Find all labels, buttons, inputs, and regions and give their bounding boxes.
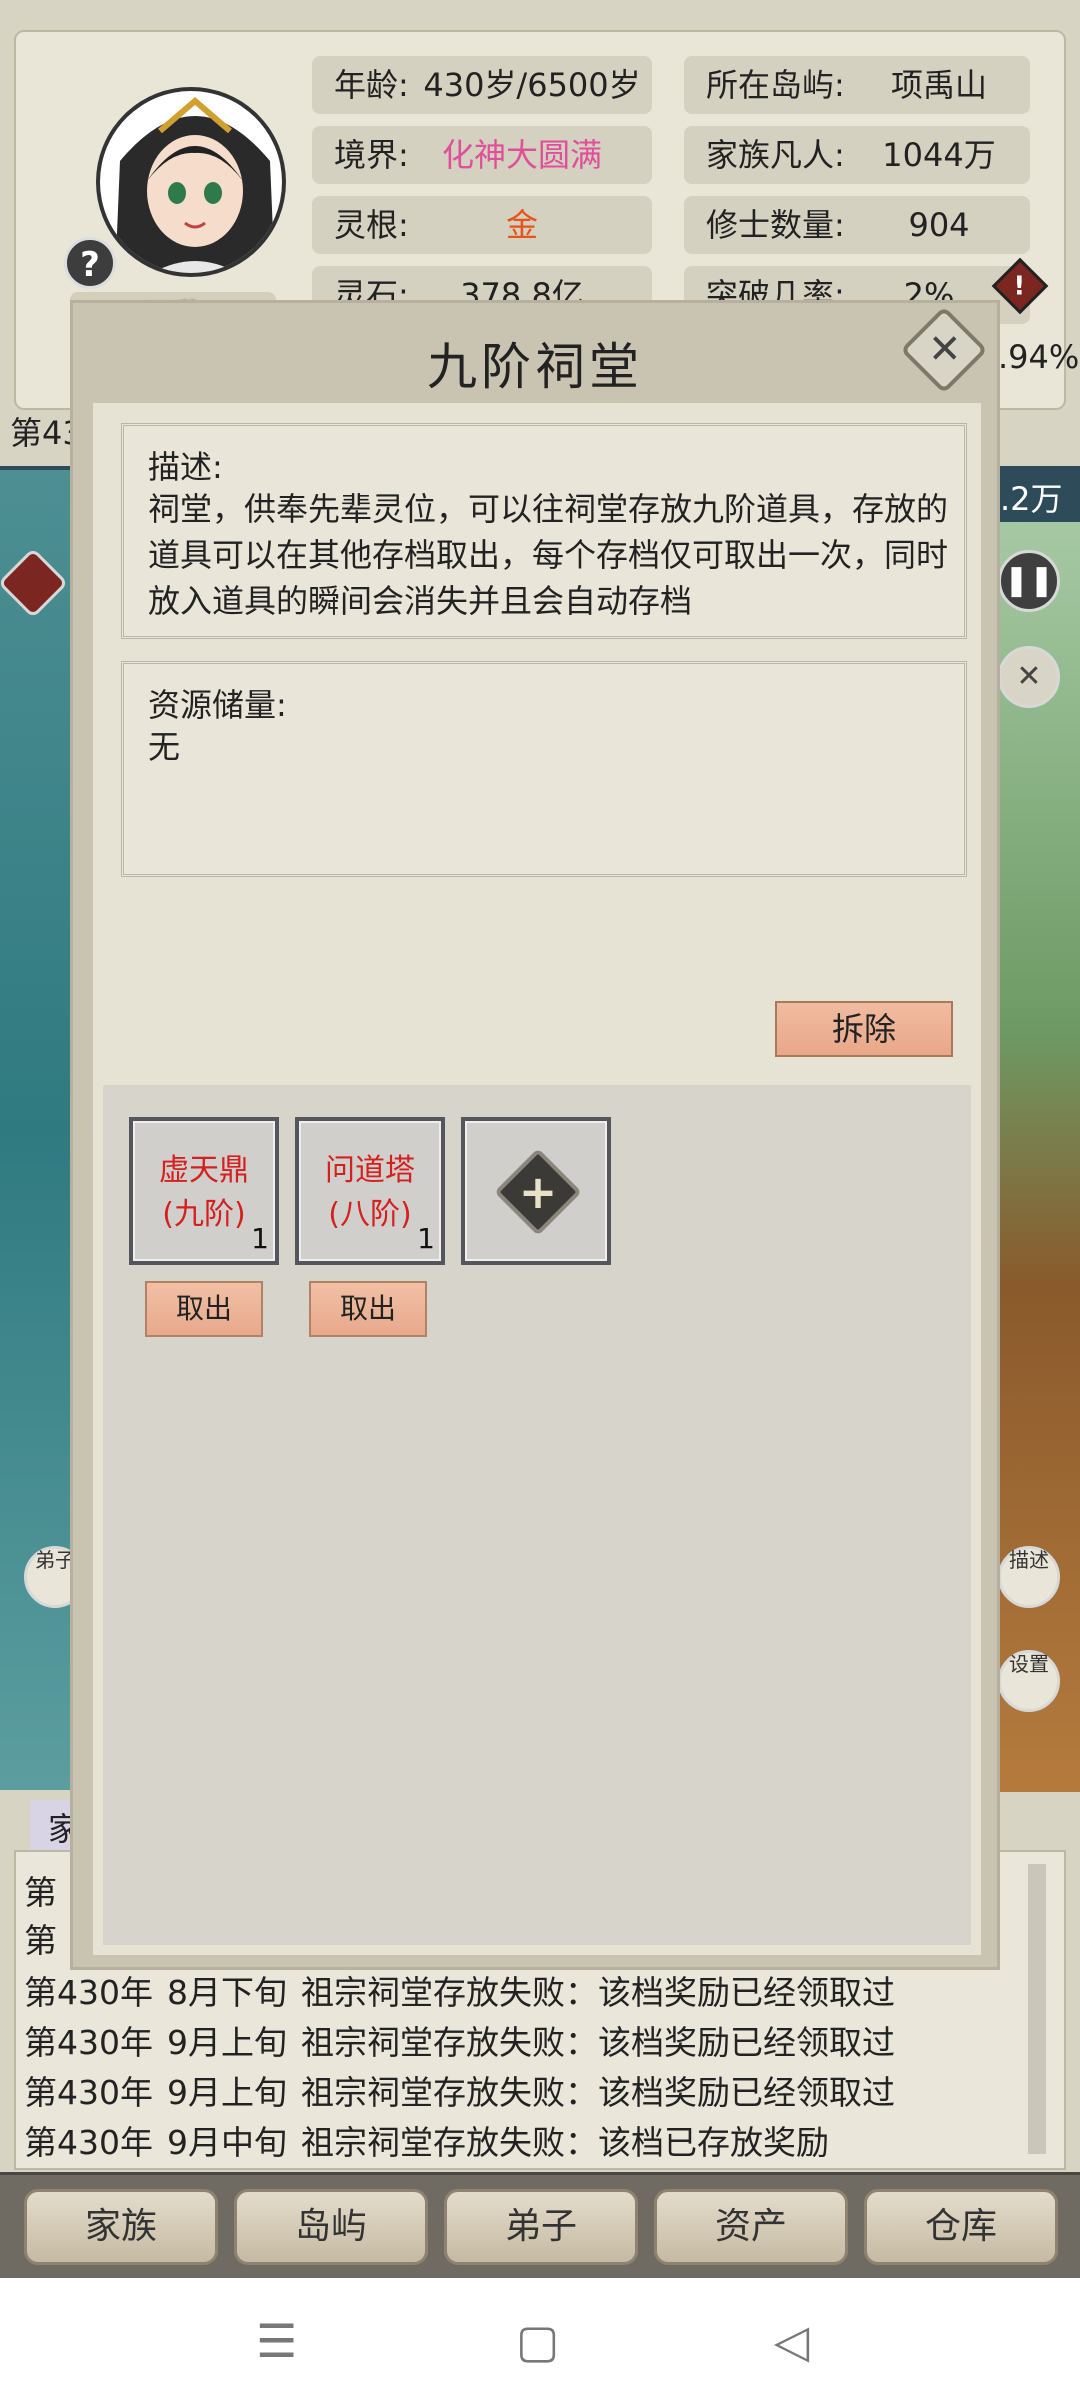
log-line: 第430年 9月上旬 祖宗祠堂存放失败：该档奖励已经领取过 [24, 2066, 909, 2114]
stat-root-value: 金 [505, 206, 538, 244]
dialog-title: 九阶祠堂 [427, 338, 643, 396]
system-nav-bar: ☰ ▢ ◁ [0, 2278, 1080, 2408]
take-out-button[interactable]: 取出 [309, 1281, 427, 1337]
stat-root-label: 灵根: [334, 206, 409, 244]
item-name-line1: 问道塔 [325, 1153, 415, 1188]
stat-age-value: 430岁/6500岁 [423, 66, 641, 104]
item-count: 1 [417, 1222, 435, 1255]
stat-island: 所在岛屿: 项禹山 [684, 56, 1030, 114]
take-out-button[interactable]: 取出 [145, 1281, 263, 1337]
stat-root: 灵根: 金 [312, 196, 652, 254]
log-year: 第430年 [24, 2123, 153, 2162]
item-count: 1 [251, 1222, 269, 1255]
nav-warehouse-button[interactable]: 仓库 [864, 2189, 1058, 2265]
help-icon[interactable]: ? [64, 237, 116, 289]
log-line: 第 [24, 1866, 71, 1914]
dismantle-button[interactable]: 拆除 [775, 1001, 953, 1057]
plus-icon: + [494, 1148, 582, 1236]
log-message: 祖宗祠堂存放失败：该档已存放奖励 [301, 2123, 829, 2162]
log-period: 9月中旬 [167, 2123, 287, 2162]
partial-amount: .2万 [1000, 480, 1063, 518]
bottom-nav: 家族 岛屿 弟子 资产 仓库 [0, 2172, 1080, 2278]
stat-island-label: 所在岛屿: [706, 66, 845, 104]
stat-age-label: 年龄: [334, 66, 409, 104]
log-message: 祖宗祠堂存放失败：该档奖励已经领取过 [301, 1973, 895, 2012]
stat-family-value: 1044万 [882, 136, 996, 174]
disciple-side-label: 弟子 [35, 1548, 75, 1572]
stat-cultivators-value: 904 [908, 206, 970, 244]
log-message: 祖宗祠堂存放失败：该档奖励已经领取过 [301, 2073, 895, 2112]
home-icon[interactable]: ▢ [516, 2314, 559, 2368]
stat-cultivators: 修士数量: 904 [684, 196, 1030, 254]
log-message: 祖宗祠堂存放失败：该档奖励已经领取过 [301, 2023, 895, 2062]
description-box: 描述: 祠堂，供奉先辈灵位，可以往祠堂存放九阶道具，存放的道具可以在其他存档取出… [121, 423, 967, 639]
description-label: 描述: [148, 448, 223, 486]
stat-realm-label: 境界: [334, 136, 409, 174]
stat-age: 年龄: 430岁/6500岁 [312, 56, 652, 114]
nav-island-button[interactable]: 岛屿 [234, 2189, 428, 2265]
log-year: 第 [24, 1873, 57, 1912]
log-year: 第430年 [24, 2073, 153, 2112]
item-slot-xutian-ding[interactable]: 虚天鼎 (九阶) 1 [129, 1117, 279, 1265]
resource-value: 无 [148, 728, 181, 766]
pause-icon[interactable]: ❚❚ [998, 550, 1060, 612]
settings-side-label: 设置 [1009, 1652, 1049, 1676]
log-period: 9月上旬 [167, 2073, 287, 2112]
describe-side-button[interactable]: 描述 [998, 1546, 1060, 1608]
log-year: 第430年 [24, 1973, 153, 2012]
stat-realm-value: 化神大圆满 [441, 136, 602, 174]
stat-family: 家族凡人: 1044万 [684, 126, 1030, 184]
stat-cultivators-label: 修士数量: [706, 206, 845, 244]
storage-grid: 虚天鼎 (九阶) 1 取出 问道塔 (八阶) 1 取出 + [103, 1085, 971, 1945]
stat-island-value: 项禹山 [890, 66, 987, 104]
back-icon[interactable]: ◁ [774, 2314, 809, 2368]
menu-icon[interactable]: ☰ [256, 2314, 297, 2368]
log-scrollbar[interactable] [1028, 1864, 1046, 2154]
log-line: 第430年 8月下旬 祖宗祠堂存放失败：该档奖励已经领取过 [24, 1966, 909, 2014]
add-item-slot[interactable]: + [461, 1117, 611, 1265]
description-text: 祠堂，供奉先辈灵位，可以往祠堂存放九阶道具，存放的道具可以在其他存档取出，每个存… [148, 490, 949, 620]
resource-label: 资源储量: [148, 686, 287, 724]
resource-box: 资源储量: 无 [121, 661, 967, 877]
describe-side-label: 描述 [1009, 1548, 1049, 1572]
settings-gear-icon[interactable]: 设置 [998, 1650, 1060, 1712]
stat-realm: 境界: 化神大圆满 [312, 126, 652, 184]
item-slot-wendao-ta[interactable]: 问道塔 (八阶) 1 [295, 1117, 445, 1265]
item-name-line1: 虚天鼎 [159, 1153, 249, 1188]
log-period: 8月下旬 [167, 1973, 287, 2012]
shrine-dialog: 九阶祠堂 ✕ 描述: 祠堂，供奉先辈灵位，可以往祠堂存放九阶道具，存放的道具可以… [70, 300, 1000, 1970]
log-year: 第430年 [24, 2023, 153, 2062]
partial-percent: .94%) [998, 338, 1080, 376]
log-line: 第430年 9月上旬 祖宗祠堂存放失败：该档奖励已经领取过 [24, 2016, 909, 2064]
nav-assets-button[interactable]: 资产 [654, 2189, 848, 2265]
dialog-body: 描述: 祠堂，供奉先辈灵位，可以往祠堂存放九阶道具，存放的道具可以在其他存档取出… [93, 403, 981, 1955]
log-year: 第 [24, 1921, 57, 1960]
log-line: 第430年 9月中旬 祖宗祠堂存放失败：该档已存放奖励 [24, 2116, 843, 2164]
close-map-icon[interactable]: ✕ [998, 646, 1060, 708]
nav-disciple-button[interactable]: 弟子 [444, 2189, 638, 2265]
player-avatar[interactable] [96, 87, 286, 277]
nav-family-button[interactable]: 家族 [24, 2189, 218, 2265]
log-period: 9月上旬 [167, 2023, 287, 2062]
log-line: 第 [24, 1914, 71, 1962]
stat-family-label: 家族凡人: [706, 136, 845, 174]
